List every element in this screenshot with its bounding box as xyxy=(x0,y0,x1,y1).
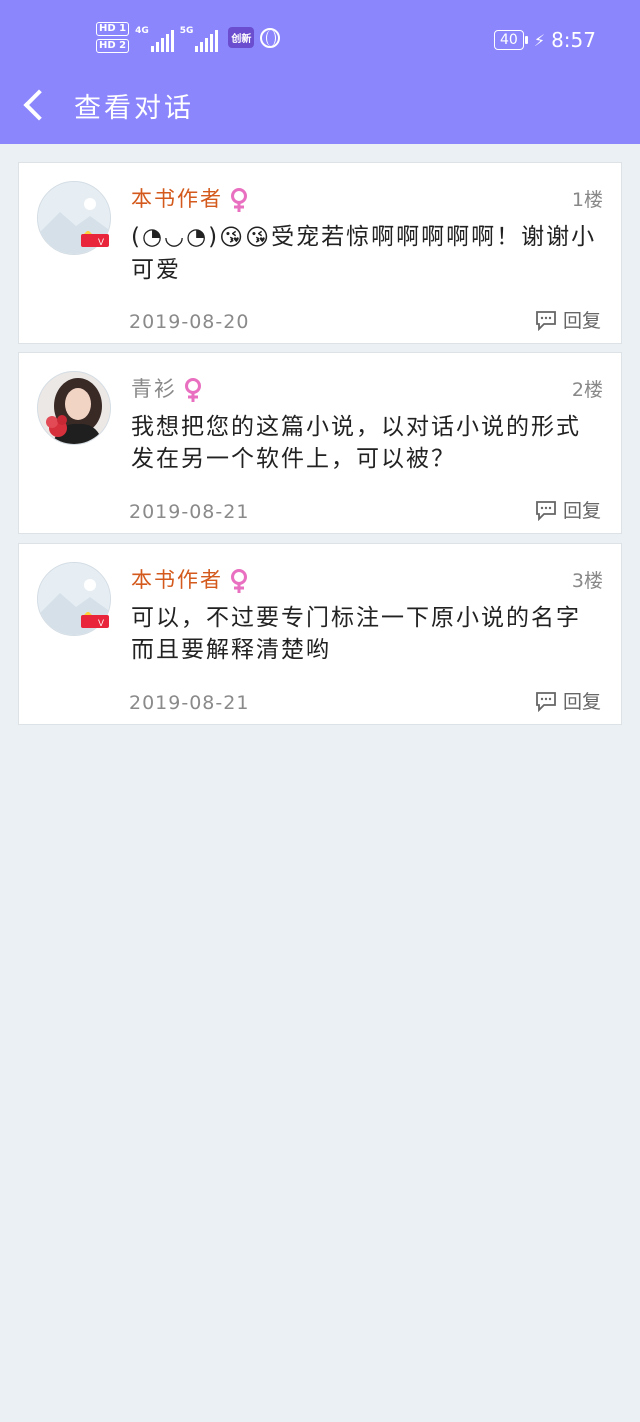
comment-date: 2019-08-21 xyxy=(129,692,250,714)
username-text: 本书作者 xyxy=(131,568,223,592)
status-left: HD 1 HD 2 4G 5G 创新 xyxy=(96,22,281,53)
username[interactable]: 本书作者 xyxy=(131,564,249,594)
reply-label: 回复 xyxy=(562,691,601,713)
reply-label: 回复 xyxy=(562,310,601,332)
title-bar: 查看对话 xyxy=(0,80,640,132)
signal-5g-icon: 5G xyxy=(180,24,219,52)
reply-icon xyxy=(536,500,556,521)
username[interactable]: 青衫 xyxy=(131,373,203,403)
sim-indicators: HD 1 HD 2 xyxy=(96,22,130,53)
signal-4g-icon: 4G xyxy=(135,24,174,52)
status-right: 40 ⚡ 8:57 xyxy=(494,28,596,52)
vip-badge-icon: V xyxy=(81,231,109,247)
status-bar: HD 1 HD 2 4G 5G 创新 40 ⚡ 8:57 xyxy=(0,18,640,62)
net1-label: 4G xyxy=(135,25,149,36)
app-badge-icon: 创新 xyxy=(228,27,255,48)
svg-text:V: V xyxy=(98,237,104,247)
comment-text: 可以，不过要专门标注一下原小说的名字而且要解释清楚哟 xyxy=(131,605,581,663)
user-photo-icon xyxy=(38,372,110,444)
app-header: HD 1 HD 2 4G 5G 创新 40 ⚡ 8:57 查看对话 xyxy=(0,0,640,144)
clock: 8:57 xyxy=(551,28,596,52)
comment-card-2: 青衫 2楼 我想把您的这篇小说，以对话小说的形式发在另一个软件上，可以被？ 20… xyxy=(18,352,622,534)
comment-card-1: V 本书作者 1楼 (◔◡◔)😘😘受宠若惊啊啊啊啊啊！谢谢小可爱 2019-08… xyxy=(18,162,622,344)
reply-button[interactable]: 回复 xyxy=(535,496,601,523)
comment-card-3: V 本书作者 3楼 可以，不过要专门标注一下原小说的名字而且要解释清楚哟 201… xyxy=(18,543,622,725)
sim2-label: HD 2 xyxy=(96,39,130,53)
reply-button[interactable]: 回复 xyxy=(535,306,601,333)
floor-number: 3楼 xyxy=(571,570,603,592)
username-text: 青衫 xyxy=(131,377,177,401)
sim1-label: HD 1 xyxy=(96,22,130,36)
floor-number: 2楼 xyxy=(571,379,603,401)
reply-icon xyxy=(536,310,556,331)
back-arrow-icon xyxy=(23,89,55,121)
avatar[interactable] xyxy=(37,371,111,445)
vip-badge-icon: V xyxy=(81,612,109,628)
username-text: 本书作者 xyxy=(131,187,223,211)
comment-text-part1: (◔◡◔) xyxy=(131,224,220,250)
reply-label: 回复 xyxy=(562,500,601,522)
kiss-emoji-icon: 😘😘 xyxy=(219,224,272,251)
reply-icon xyxy=(536,691,556,712)
comment-text: (◔◡◔)😘😘受宠若惊啊啊啊啊啊！谢谢小可爱 xyxy=(131,221,599,286)
reply-button[interactable]: 回复 xyxy=(535,687,601,714)
svg-text:V: V xyxy=(98,618,104,628)
back-button[interactable] xyxy=(14,84,60,130)
net2-label: 5G xyxy=(179,25,194,36)
globe-icon xyxy=(260,27,281,48)
comment-text: 我想把您的这篇小说，以对话小说的形式发在另一个软件上，可以被？ xyxy=(131,414,581,472)
female-icon xyxy=(231,188,247,212)
battery-icon: 40 xyxy=(494,30,528,50)
floor-number: 1楼 xyxy=(571,189,603,211)
female-icon xyxy=(185,378,201,402)
female-icon xyxy=(231,569,247,593)
page-title: 查看对话 xyxy=(74,93,194,124)
charging-icon: ⚡ xyxy=(533,30,546,50)
comment-date: 2019-08-21 xyxy=(129,501,250,523)
username[interactable]: 本书作者 xyxy=(131,183,249,213)
comment-date: 2019-08-20 xyxy=(129,311,250,333)
